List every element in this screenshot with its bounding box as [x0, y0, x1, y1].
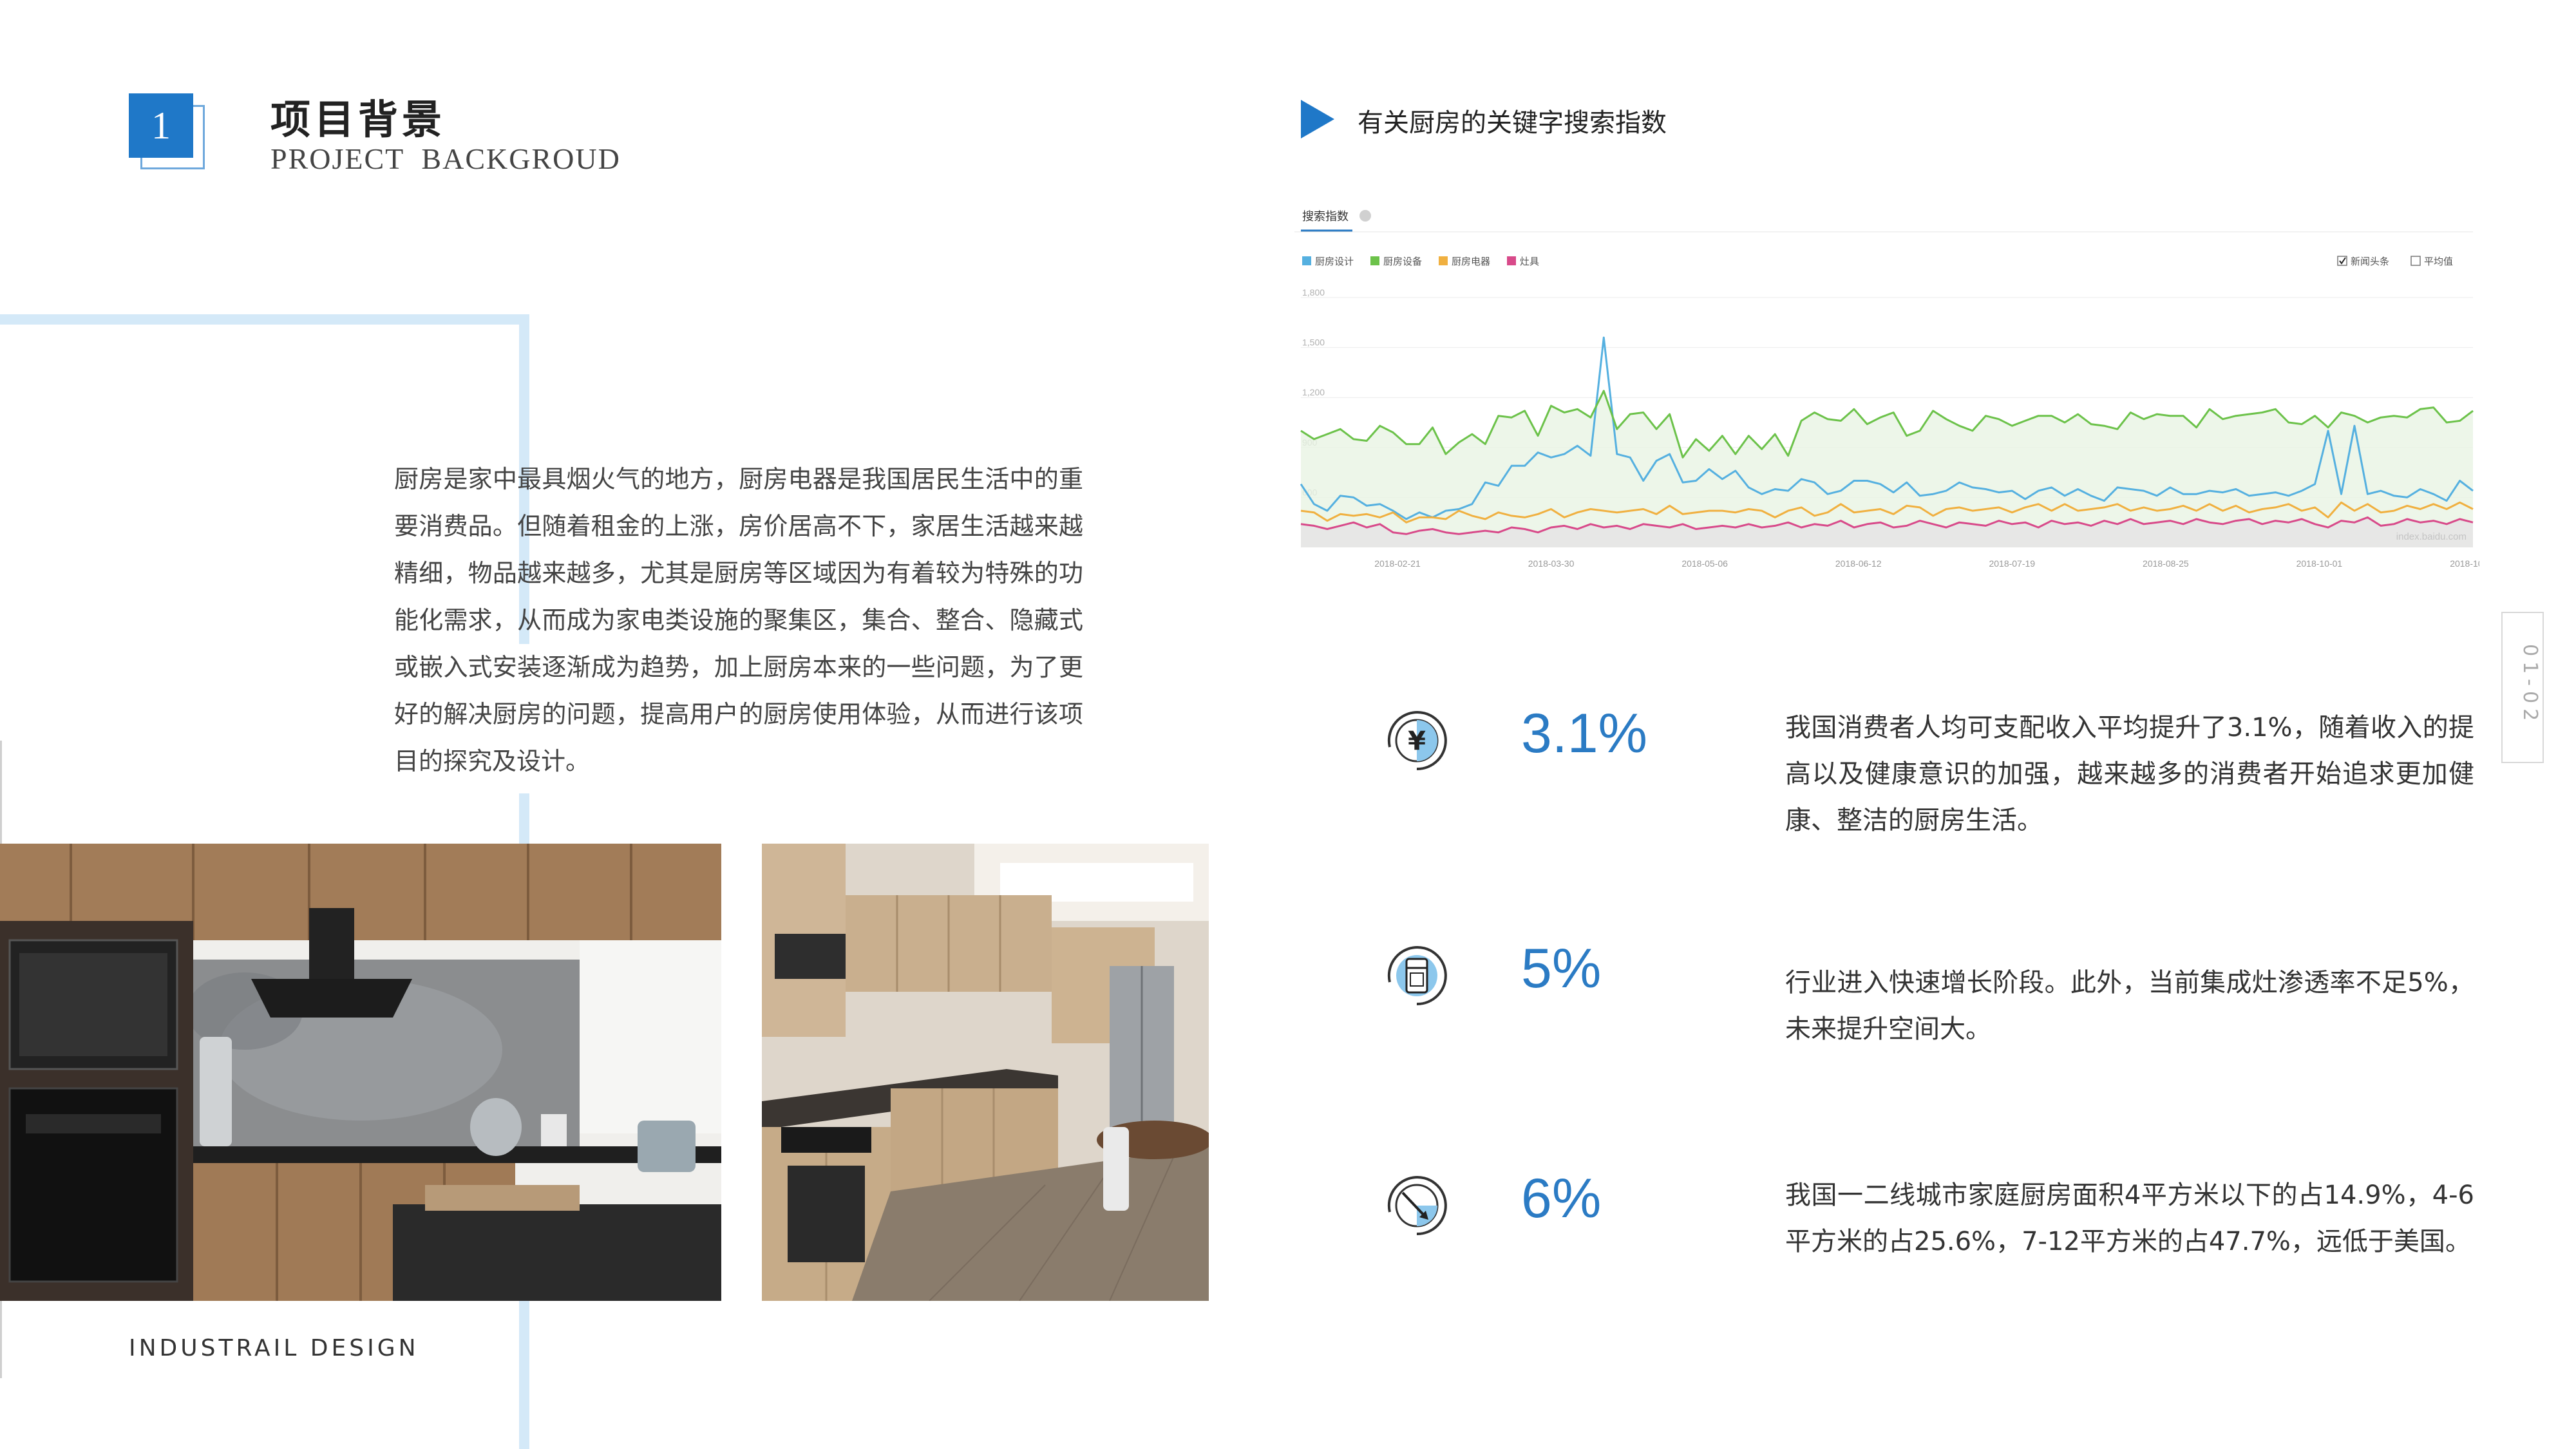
play-triangle-icon [1301, 100, 1334, 138]
legend-label: 厨房设备 [1383, 256, 1422, 267]
y-tick-label: 1,800 [1302, 287, 1325, 298]
decorative-horizontal-line [0, 314, 529, 325]
stat-value: 6% [1521, 1168, 1602, 1229]
stat-text: 我国一二线城市家庭厨房面积4平方米以下的占14.9%，4-6平方米的占25.6%… [1785, 1180, 2474, 1256]
x-tick-label: 2018-07-19 [1989, 558, 2035, 569]
legend-swatch [1302, 256, 1311, 265]
kitchen-photo-l-shaped [762, 844, 1209, 1301]
decorative-vertical-line [519, 793, 529, 845]
x-tick-label: 2018-10-01 [2297, 558, 2343, 569]
stat-row [1378, 937, 1455, 1017]
x-tick-label: 2018-02-21 [1374, 558, 1421, 569]
y-tick-label: 1,500 [1302, 337, 1325, 348]
legend-swatch [1370, 256, 1379, 265]
chart-watermark: index.baidu.com [2396, 531, 2467, 542]
option-label: 平均值 [2424, 256, 2453, 267]
kitchen-photo-dark-wood [0, 844, 721, 1301]
chart-tab-label: 搜索指数 [1302, 210, 1349, 223]
svg-text:¥: ¥ [1408, 726, 1426, 756]
stat-value: 5% [1521, 938, 1602, 999]
x-tick-label: 2018-10-29 [2450, 558, 2479, 569]
legend-swatch [1507, 256, 1516, 265]
checkbox-unchecked [2410, 256, 2421, 266]
y-tick-label: 1,200 [1302, 387, 1325, 397]
x-tick-label: 2018-03-30 [1528, 558, 1575, 569]
intro-paragraph: 厨房是家中最具烟火气的地方，厨房电器是我国居民生活中的重要消费品。但随着租金的上… [394, 465, 1083, 775]
legend-swatch [1439, 256, 1448, 265]
stat-row: ¥ [1378, 702, 1455, 782]
section-number: 1 [129, 93, 193, 158]
x-tick-label: 2018-05-06 [1681, 558, 1728, 569]
footer-brand: INDUSTRAIL DESIGN [129, 1335, 419, 1361]
x-tick-label: 2018-08-25 [2143, 558, 2189, 569]
search-index-chart: 搜索指数厨房设计厨房设备厨房电器灶具新闻头条平均值6009001,2001,50… [1294, 200, 2479, 573]
stat-row [1378, 1167, 1455, 1247]
x-tick-label: 2018-06-12 [1835, 558, 1882, 569]
page-number: 01-02 [2519, 644, 2541, 726]
section-subtitle: PROJECT BACKGROUD [270, 142, 621, 175]
stat-text: 行业进入快速增长阶段。此外，当前集成灶渗透率不足5%，未来提升空间大。 [1785, 968, 2474, 1044]
yen-coin-icon: ¥ [1387, 711, 1447, 771]
decorative-vertical-line [519, 1301, 529, 1449]
help-icon [1359, 210, 1371, 222]
section-title: 项目背景 [270, 96, 446, 143]
option-label: 新闻头条 [2351, 256, 2389, 267]
legend-label: 厨房设计 [1315, 256, 1354, 267]
chart-heading: 有关厨房的关键字搜索指数 [1358, 108, 1667, 138]
legend-label: 厨房电器 [1452, 256, 1490, 267]
legend-label: 灶具 [1520, 256, 1539, 267]
shrinking-area-icon [1387, 1176, 1447, 1236]
stat-text: 我国消费者人均可支配收入平均提升了3.1%，随着收入的提高以及健康意识的加强，越… [1785, 713, 2474, 835]
stat-value: 3.1% [1521, 703, 1648, 764]
stove-appliance-icon [1387, 946, 1447, 1006]
search-index-chart-svg: 搜索指数厨房设计厨房设备厨房电器灶具新闻头条平均值6009001,2001,50… [1294, 210, 2479, 569]
